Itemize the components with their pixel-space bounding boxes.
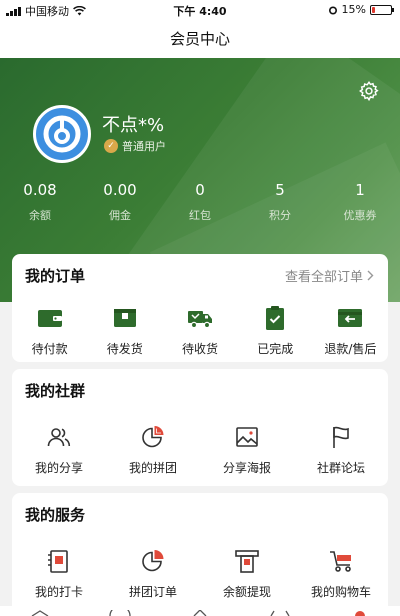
stat-label: 优惠券 — [343, 209, 377, 222]
community-label: 我的拼团 — [128, 461, 177, 475]
community-card: 我的社群 我的分享 我的拼团 分享海报 社群论坛 — [12, 369, 388, 486]
member-level-badge: ✓ 普通用户 — [104, 138, 166, 154]
service-label: 我的打卡 — [34, 585, 83, 599]
battery-percent: 15% — [341, 3, 366, 16]
my-shopping-cart[interactable]: 我的购物车 — [294, 547, 388, 600]
service-label: 余额提现 — [222, 585, 271, 599]
order-status-label: 已完成 — [257, 342, 294, 356]
stat-label: 余额 — [29, 209, 51, 222]
tab-center-icon[interactable] — [190, 610, 210, 616]
chevron-right-icon — [367, 270, 374, 281]
battery-level — [372, 6, 375, 13]
community-label: 分享海报 — [222, 461, 271, 475]
clipboard-check-icon — [266, 306, 285, 330]
orders-title: 我的订单 — [25, 267, 86, 285]
community-row: 我的分享 我的拼团 分享海报 社群论坛 — [12, 423, 388, 476]
member-level-label: 普通用户 — [122, 140, 166, 153]
view-all-orders-link[interactable]: 查看全部订单 — [285, 266, 374, 285]
stat-value: 1 — [355, 181, 365, 199]
stat-red-packet[interactable]: 0 红包 — [160, 181, 240, 223]
service-label: 我的购物车 — [310, 585, 371, 599]
vip-icon: ✓ — [104, 139, 118, 153]
users-icon — [47, 428, 71, 447]
order-status-label: 退款/售后 — [324, 342, 377, 356]
balance-withdraw[interactable]: 余额提现 — [200, 547, 294, 600]
community-label: 社群论坛 — [316, 461, 365, 475]
group-buy-orders[interactable]: 拼团订单 — [106, 547, 200, 600]
stat-label: 佣金 — [109, 209, 131, 222]
username: 不点*% — [102, 115, 165, 136]
order-status-label: 待收货 — [182, 342, 219, 356]
truck-icon — [188, 311, 212, 329]
checkin-icon — [48, 550, 68, 573]
service-label: 拼团订单 — [128, 585, 177, 599]
nav-bar: 会员中心 — [0, 20, 400, 58]
withdraw-icon — [235, 550, 259, 573]
orders-card: 我的订单 查看全部订单 待付款 待发货 待收货 已完成 退款/售后 — [12, 254, 388, 362]
stat-value: 0.00 — [103, 181, 137, 199]
order-status-label: 待付款 — [31, 342, 68, 356]
gear-icon[interactable] — [358, 80, 380, 102]
stat-coupons[interactable]: 1 优惠券 — [320, 181, 400, 223]
order-pending-payment[interactable]: 待付款 — [12, 304, 87, 357]
refund-icon — [338, 309, 363, 327]
community-label: 我的分享 — [34, 461, 83, 475]
stat-points[interactable]: 5 积分 — [240, 181, 320, 223]
services-row: 我的打卡 拼团订单 余额提现 我的购物车 — [12, 547, 388, 600]
services-title: 我的服务 — [25, 506, 86, 524]
stat-label: 积分 — [269, 209, 291, 222]
order-status-row: 待付款 待发货 待收货 已完成 退款/售后 — [12, 304, 388, 357]
page-title: 会员中心 — [169, 30, 230, 48]
view-all-orders-label: 查看全部订单 — [284, 270, 363, 285]
cart-icon — [330, 551, 351, 572]
status-bar: 中国移动 下午 4:40 15% — [0, 0, 400, 20]
tab-home-icon[interactable] — [30, 610, 50, 616]
community-forum[interactable]: 社群论坛 — [294, 423, 388, 476]
my-group-buys[interactable]: 我的拼团 — [106, 423, 200, 476]
stat-label: 红包 — [189, 209, 211, 222]
pie-icon — [142, 550, 164, 572]
stat-balance[interactable]: 0.08 余额 — [0, 181, 80, 223]
bottom-tab-bar — [0, 606, 400, 616]
pie-icon — [142, 426, 164, 448]
my-shares[interactable]: 我的分享 — [12, 423, 106, 476]
stats-row: 0.08 余额 0.00 佣金 0 红包 5 积分 1 优惠券 — [0, 181, 400, 223]
battery-icon — [370, 4, 394, 15]
order-completed[interactable]: 已完成 — [238, 304, 313, 357]
wallet-icon — [37, 310, 62, 327]
tab-profile-icon[interactable] — [350, 610, 370, 616]
stat-value: 5 — [275, 181, 285, 199]
alarm-icon — [328, 6, 337, 14]
stat-value: 0.08 — [23, 181, 57, 199]
image-icon — [236, 427, 258, 447]
tab-category-icon[interactable] — [108, 610, 132, 616]
stat-commission[interactable]: 0.00 佣金 — [80, 181, 160, 223]
community-title: 我的社群 — [25, 382, 86, 400]
flag-icon — [333, 426, 349, 448]
order-pending-receipt[interactable]: 待收货 — [162, 304, 237, 357]
avatar[interactable] — [33, 105, 91, 163]
order-pending-shipment[interactable]: 待发货 — [87, 304, 162, 357]
services-card: 我的服务 我的打卡 拼团订单 余额提现 我的购物车 — [12, 493, 388, 616]
avatar-logo-icon — [43, 115, 81, 153]
tab-cart-icon[interactable] — [268, 610, 292, 616]
share-poster[interactable]: 分享海报 — [200, 423, 294, 476]
stat-value: 0 — [195, 181, 205, 199]
box-icon — [113, 309, 136, 327]
order-status-label: 待发货 — [106, 342, 143, 356]
status-right: 15% — [328, 3, 394, 16]
my-checkin[interactable]: 我的打卡 — [12, 547, 106, 600]
order-refund[interactable]: 退款/售后 — [313, 304, 388, 357]
